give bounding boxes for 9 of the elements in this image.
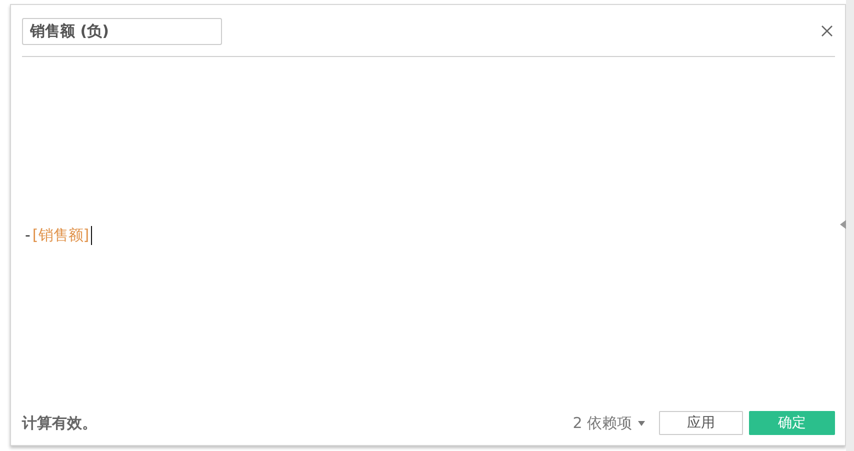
formula-operator: - [25, 226, 30, 244]
formula-field: [销售额] [32, 226, 90, 244]
caret-icon[interactable] [638, 420, 645, 426]
status-message: 计算有效。 [22, 414, 97, 432]
text-cursor [91, 226, 92, 244]
apply-button[interactable]: 应用 [659, 411, 743, 435]
collapse-arrow-icon[interactable] [840, 220, 846, 229]
dependencies-link[interactable]: 2 依赖项 [572, 414, 632, 432]
close-icon[interactable] [821, 24, 833, 36]
